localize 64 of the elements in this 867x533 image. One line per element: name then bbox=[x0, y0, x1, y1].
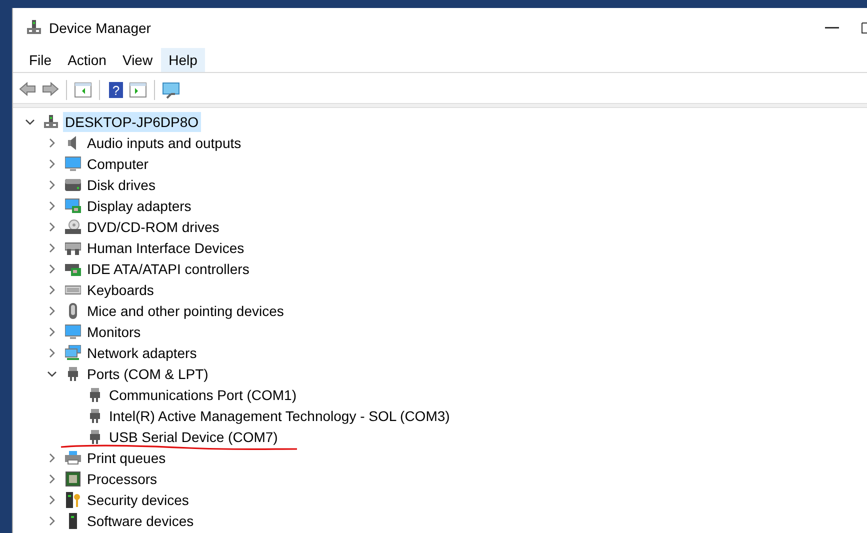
tree-item[interactable]: Intel(R) Active Management Technology - SOL (COM3) bbox=[107, 406, 452, 426]
computer-key-icon bbox=[65, 492, 81, 508]
monitor-magnifier-icon[interactable] bbox=[162, 80, 180, 98]
expand-chevron-icon[interactable] bbox=[49, 348, 55, 358]
menu-item[interactable]: File bbox=[21, 48, 60, 72]
tree-item[interactable]: IDE ATA/ATAPI controllers bbox=[85, 258, 252, 278]
port-connector-icon bbox=[65, 366, 81, 382]
expand-chevron-icon[interactable] bbox=[49, 180, 55, 190]
tree-item[interactable]: Ports (COM & LPT) bbox=[85, 364, 210, 384]
expand-chevron-icon[interactable] bbox=[49, 516, 55, 526]
tree-item[interactable]: Network adapters bbox=[85, 342, 199, 362]
tree-item[interactable]: USB Serial Device (COM7) bbox=[107, 426, 280, 446]
expand-chevron-icon[interactable] bbox=[49, 264, 55, 274]
tree-item[interactable]: Mice and other pointing devices bbox=[85, 300, 286, 320]
tree-item[interactable]: Monitors bbox=[85, 322, 143, 342]
tree-item[interactable]: Keyboards bbox=[85, 280, 156, 300]
printer-icon bbox=[65, 450, 81, 466]
port-connector-icon bbox=[87, 428, 103, 444]
tree-item[interactable]: Computer bbox=[85, 154, 150, 174]
expand-chevron-icon[interactable] bbox=[49, 158, 55, 168]
expand-chevron-icon[interactable] bbox=[49, 200, 55, 210]
menu-item[interactable]: View bbox=[114, 48, 161, 72]
expand-chevron-icon[interactable] bbox=[49, 222, 55, 232]
collapse-chevron-icon[interactable] bbox=[47, 370, 57, 376]
tree-item[interactable]: Display adapters bbox=[85, 196, 194, 216]
network-adapter-icon bbox=[65, 344, 81, 360]
port-connector-icon bbox=[87, 408, 103, 424]
processor-chip-icon bbox=[65, 470, 81, 486]
monitor-icon bbox=[65, 156, 81, 172]
expand-chevron-icon[interactable] bbox=[49, 474, 55, 484]
tree-item[interactable]: Audio inputs and outputs bbox=[85, 132, 244, 152]
display-adapter-icon bbox=[65, 198, 81, 214]
properties-icon[interactable] bbox=[129, 80, 147, 98]
expand-chevron-icon[interactable] bbox=[49, 284, 55, 294]
keyboard-joystick-icon bbox=[65, 240, 81, 256]
disc-drive-icon bbox=[65, 218, 81, 234]
tree-item[interactable]: DESKTOP-JP6DP8O bbox=[63, 112, 201, 132]
window-title: Device Manager bbox=[49, 18, 151, 38]
expand-chevron-icon[interactable] bbox=[49, 242, 55, 252]
expand-chevron-icon[interactable] bbox=[49, 326, 55, 336]
tree-item[interactable]: Communications Port (COM1) bbox=[107, 384, 298, 404]
expand-chevron-icon[interactable] bbox=[49, 306, 55, 316]
tree-item[interactable]: Disk drives bbox=[85, 174, 158, 194]
computer-icon bbox=[43, 114, 59, 130]
disk-drive-icon bbox=[65, 176, 81, 192]
menu-item[interactable]: Help bbox=[160, 48, 206, 72]
tree-item[interactable]: Processors bbox=[85, 468, 160, 488]
device-manager-icon bbox=[25, 19, 43, 37]
expand-chevron-icon[interactable] bbox=[49, 452, 55, 462]
help-icon[interactable]: ? bbox=[107, 80, 125, 98]
tree-item[interactable]: DVD/CD-ROM drives bbox=[85, 216, 222, 236]
expand-chevron-icon[interactable] bbox=[49, 138, 55, 148]
tree-item[interactable]: Human Interface Devices bbox=[85, 238, 246, 258]
port-connector-icon bbox=[87, 386, 103, 402]
expand-chevron-icon[interactable] bbox=[49, 494, 55, 504]
monitor-icon bbox=[65, 324, 81, 340]
menu-item[interactable]: Action bbox=[60, 48, 114, 72]
collapse-chevron-icon[interactable] bbox=[25, 118, 35, 124]
pane-icon[interactable] bbox=[74, 80, 92, 98]
minimize-icon[interactable] bbox=[825, 27, 839, 29]
tree-item[interactable]: Print queues bbox=[85, 448, 168, 468]
maximize-icon[interactable] bbox=[861, 22, 867, 34]
tree-item[interactable]: Security devices bbox=[85, 490, 191, 510]
tree-item[interactable]: Software devices bbox=[85, 510, 196, 530]
